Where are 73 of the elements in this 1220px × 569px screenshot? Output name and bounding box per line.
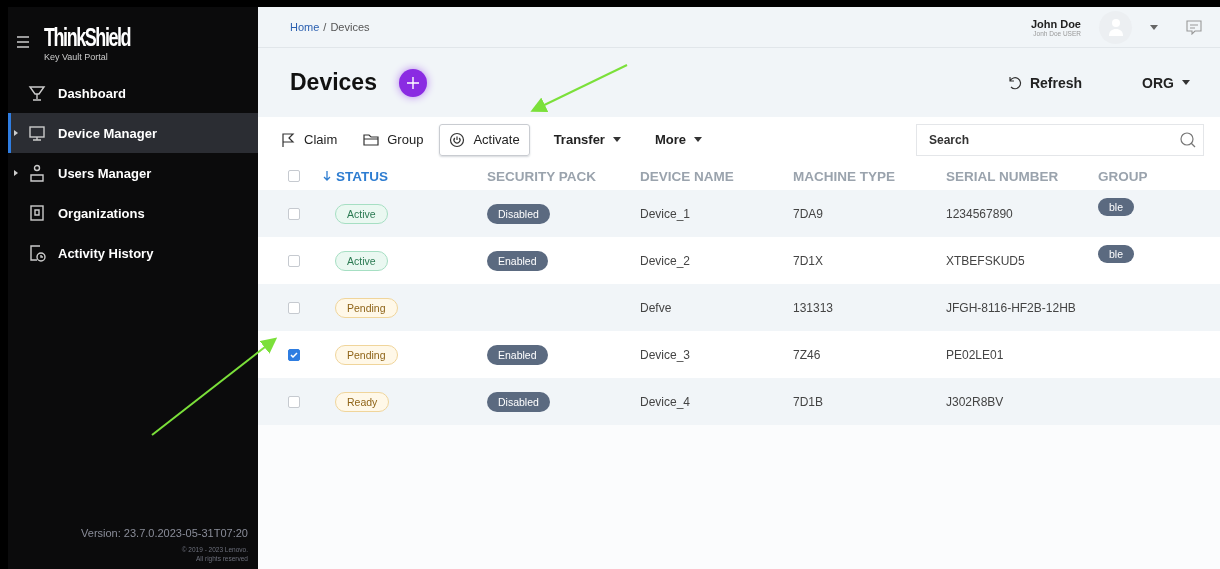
status-badge: Active [335,250,388,271]
row-checkbox[interactable] [288,395,300,408]
serial-number: J302R8BV [946,394,1005,409]
logo-subtitle: Key Vault Portal [44,52,109,62]
row-checkbox[interactable] [288,254,300,267]
toolbar-button[interactable]: Activate [439,123,530,156]
caret-icon [1182,80,1190,85]
security-badge: Disabled [487,391,550,412]
building-icon [28,204,46,222]
power-icon [449,131,466,148]
caret-icon [612,137,621,142]
status-badge: Active [335,203,388,224]
flag-icon [280,131,296,148]
history-icon [28,244,46,262]
nav-item[interactable]: Activity History [8,233,258,273]
security-badge: Enabled [487,250,548,271]
page-title: Devices [290,69,377,96]
serial-number: 1234567890 [946,206,1014,221]
row-checkbox[interactable] [288,301,300,314]
expand-icon [14,130,18,136]
logo-title: ThinkShield [44,22,131,52]
machine-type: 7DA9 [793,206,825,221]
breadcrumb-separator: / [323,21,327,33]
menu-icon[interactable] [16,35,30,49]
toolbar-dropdown[interactable]: More [644,123,712,156]
toolbar-button[interactable]: Claim [270,123,348,156]
user-name: John Doe [1030,17,1081,30]
machine-type: 7D1B [793,394,825,409]
refresh-button[interactable]: Refresh [1001,73,1089,92]
nav-item[interactable]: Organizations [8,193,258,233]
monitor-icon [28,124,46,142]
device-name: Device_2 [640,253,692,268]
select-all-checkbox[interactable] [288,170,300,182]
serial-number: XTBEFSKUD5 [946,253,1026,268]
sort-arrow-icon [323,171,331,181]
row-checkbox[interactable] [288,348,300,361]
security-badge: Enabled [487,344,548,365]
nav-item[interactable]: Device Manager [8,113,258,153]
status-badge: Pending [335,297,398,318]
device-name: Defve [640,300,673,315]
status-badge: Pending [335,344,398,365]
toolbar-dropdown[interactable]: Transfer [543,123,631,156]
group-badge: ble [1098,197,1134,216]
nav-item[interactable]: Dashboard [8,73,258,113]
caret-icon [694,137,702,142]
security-badge: Disabled [487,203,550,224]
column-header[interactable]: STATUS [323,168,487,184]
toolbar-button[interactable]: Group [353,123,434,156]
device-name: Device_1 [640,206,692,221]
device-name: Device_3 [640,347,692,362]
serial-number: JFGH-8116-HF2B-12HB [946,300,1077,315]
search-field[interactable]: Search [916,123,1204,156]
refresh-icon [1007,75,1022,90]
breadcrumb-link[interactable]: Home [290,21,320,33]
trophy-icon [28,84,46,102]
breadcrumb-current: Devices [330,21,370,33]
user-icon [28,164,46,182]
org-dropdown[interactable]: ORG [1136,73,1196,92]
serial-number: PE02LE01 [946,347,1005,362]
machine-type: 7Z46 [793,347,822,362]
plus-icon [406,76,419,89]
group-badge: ble [1098,244,1134,263]
status-badge: Ready [335,391,390,412]
search-icon[interactable] [1180,131,1196,148]
add-button[interactable] [398,68,427,97]
folder-icon [363,131,380,148]
nav-item[interactable]: Users Manager [8,153,258,193]
version-text: Version: 23.7.0.2023-05-31T07:20 [80,527,248,539]
row-checkbox[interactable] [288,207,300,220]
machine-type: 7D1X [793,253,825,268]
device-name: Device_4 [640,394,692,409]
machine-type: 131313 [793,300,835,315]
expand-icon [14,170,18,176]
